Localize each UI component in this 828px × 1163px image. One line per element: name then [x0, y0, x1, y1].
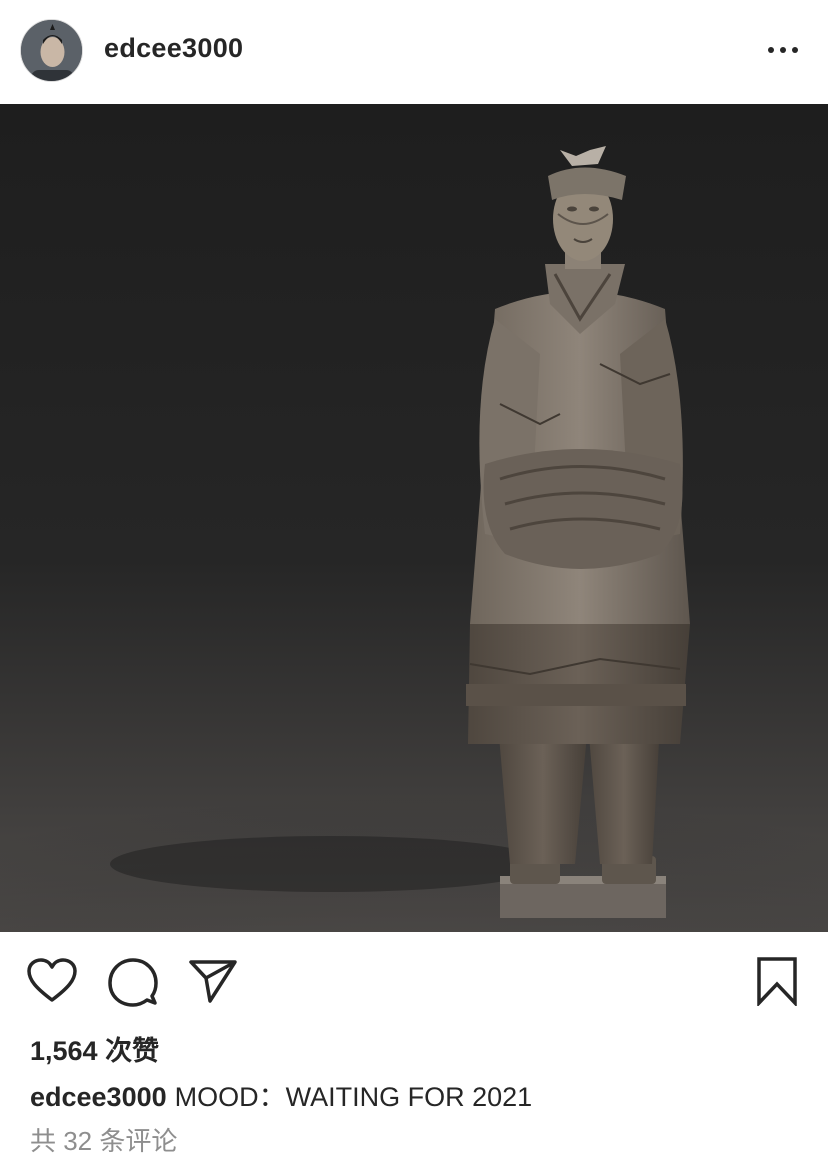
comment-icon[interactable]: [108, 957, 158, 1007]
post-header: edcee3000: [0, 0, 828, 104]
username[interactable]: edcee3000: [104, 33, 243, 64]
view-comments-link[interactable]: 共 32 条评论: [30, 1121, 177, 1158]
likes-count[interactable]: 1,564 次赞: [30, 1029, 159, 1068]
heart-icon[interactable]: [26, 958, 78, 1004]
send-icon[interactable]: [188, 958, 238, 1004]
more-dot: [768, 47, 774, 53]
post-image[interactable]: [0, 104, 828, 932]
terracotta-warrior-image: [0, 104, 828, 932]
post-actions: [0, 932, 828, 1022]
user-avatar[interactable]: [20, 19, 83, 82]
bookmark-icon[interactable]: [756, 956, 798, 1006]
more-dot: [792, 47, 798, 53]
caption-text: MOOD：WAITING FOR 2021: [174, 1082, 533, 1112]
more-options-button[interactable]: [760, 32, 806, 68]
caption: edcee3000 MOOD：WAITING FOR 2021: [30, 1075, 532, 1114]
more-dot: [780, 47, 786, 53]
caption-username[interactable]: edcee3000: [30, 1082, 167, 1112]
